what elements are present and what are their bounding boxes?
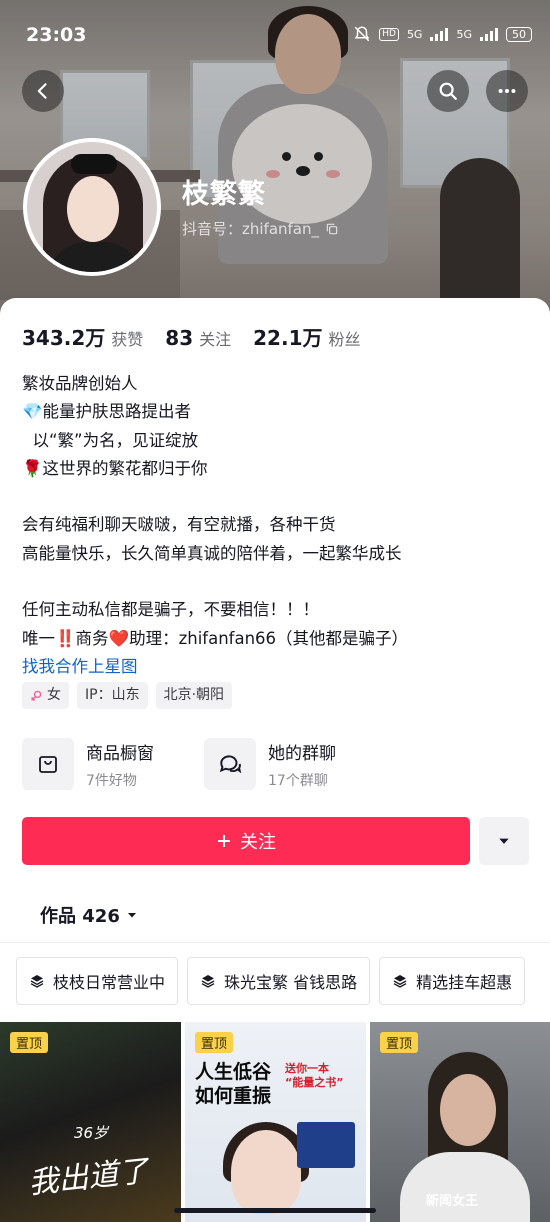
stats-row: 343.2万 获赞 83 关注 22.1万 粉丝	[22, 322, 361, 351]
bio-line: 高能量快乐，长久简单真诚的陪伴着，一起繁华成长	[22, 543, 402, 563]
more-dots-icon	[498, 88, 516, 94]
shopping-bag-icon	[39, 756, 57, 773]
pinned-badge: 置顶	[10, 1032, 49, 1053]
bio-line: 以“繁”为名，见证绽放	[22, 430, 199, 450]
search-button[interactable]	[427, 70, 469, 112]
bio-line: 唯一‼️商务❤️助理：zhifanfan66（其他都是骗子）	[22, 628, 409, 648]
city-tag: 北京·朝阳	[155, 682, 233, 709]
home-indicator[interactable]	[174, 1208, 376, 1213]
video-thumbnail[interactable]: 新闻女王 置顶	[370, 1022, 550, 1222]
star-map-link[interactable]: 找我合作上星图	[22, 653, 532, 681]
bio-line	[22, 568, 532, 596]
stat-followers[interactable]: 22.1万 粉丝	[253, 322, 360, 351]
caret-down-icon	[127, 913, 136, 918]
female-icon	[31, 690, 42, 701]
plus-icon	[218, 835, 230, 847]
collection-chip[interactable]: 枝枝日常营业中	[16, 957, 179, 1005]
status-bar: 23:03 HD 5G 5G 50	[0, 0, 550, 70]
search-icon	[439, 82, 457, 100]
bio-line: 🌹这世界的繁花都归于你	[22, 458, 208, 478]
group-chat-entry[interactable]: 她的群聊 17个群聊	[204, 738, 336, 790]
collection-chip[interactable]: 珠光宝繁 省钱思路	[187, 957, 371, 1005]
bio-line: 会有纯福利聊天啵啵，有空就播，各种干货	[22, 515, 336, 535]
chat-bubbles-icon	[219, 755, 242, 774]
gender-tag: 女	[22, 682, 69, 709]
tab-works[interactable]: 作品 426	[40, 902, 138, 928]
signal-icon	[430, 27, 449, 41]
bio-line: 任何主动私信都是骗子，不要相信！！！	[22, 600, 319, 620]
mute-bell-icon	[354, 26, 370, 42]
hd-icon: HD	[379, 27, 399, 41]
bio-line: 繁妆品牌创始人	[22, 374, 138, 393]
profile-tags: 女 IP：山东 北京·朝阳	[22, 682, 233, 709]
shop-window-title: 商品橱窗	[86, 743, 154, 764]
chevron-left-icon	[37, 83, 47, 99]
douyin-id: 抖音号：zhifanfan_	[182, 220, 320, 238]
profile-sheet: 343.2万 获赞 83 关注 22.1万 粉丝 繁妆品牌创始人 💎能量护肤思路提出者…	[0, 298, 550, 1222]
bio-line: 💎能量护肤思路提出者	[22, 402, 192, 422]
layers-icon	[201, 975, 215, 988]
ip-location-tag: IP：山东	[77, 682, 148, 709]
collection-chip[interactable]: 精选挂车超惠	[379, 957, 526, 1005]
divider	[0, 942, 550, 943]
douyin-id-row[interactable]: 抖音号：zhifanfan_	[182, 218, 339, 239]
follow-button[interactable]: 关注	[22, 817, 470, 865]
status-time: 23:03	[26, 24, 87, 46]
stat-following[interactable]: 83 关注	[165, 326, 231, 350]
signal-icon-2	[480, 27, 498, 41]
shop-window-entry[interactable]: 商品橱窗 7件好物	[22, 738, 154, 790]
network-5g-label-2: 5G	[456, 27, 472, 41]
pinned-badge: 置顶	[380, 1032, 419, 1053]
profile-bio: 繁妆品牌创始人 💎能量护肤思路提出者 以“繁”为名，见证绽放 🌹这世界的繁花都归…	[22, 370, 532, 681]
video-grid: 36岁 我出道了 置顶 人生低谷 如何重振 送你一本 “能量之书” 置顶 新闻女…	[0, 1022, 550, 1222]
profile-nickname: 枝繁繁	[182, 179, 266, 210]
collections-row: 枝枝日常营业中 珠光宝繁 省钱思路 精选挂车超惠	[16, 957, 526, 1005]
avatar[interactable]	[23, 138, 161, 276]
copy-icon[interactable]	[325, 222, 339, 236]
video-thumbnail[interactable]: 人生低谷 如何重振 送你一本 “能量之书” 置顶	[185, 1022, 366, 1222]
bio-line	[22, 483, 532, 511]
stat-likes[interactable]: 343.2万 获赞	[22, 322, 143, 351]
back-button[interactable]	[22, 70, 64, 112]
pinned-badge: 置顶	[195, 1032, 234, 1053]
group-chat-count: 17个群聊	[268, 772, 328, 789]
layers-icon	[30, 975, 44, 988]
battery-icon: 50	[506, 26, 532, 42]
video-thumbnail[interactable]: 36岁 我出道了 置顶	[0, 1022, 181, 1222]
shop-window-count: 7件好物	[86, 772, 137, 789]
group-chat-title: 她的群聊	[268, 743, 336, 764]
recommend-dropdown-button[interactable]	[479, 817, 529, 865]
more-options-button[interactable]	[486, 70, 528, 112]
caret-down-icon	[499, 838, 509, 844]
layers-icon	[393, 975, 407, 988]
network-5g-label: 5G	[406, 27, 423, 41]
